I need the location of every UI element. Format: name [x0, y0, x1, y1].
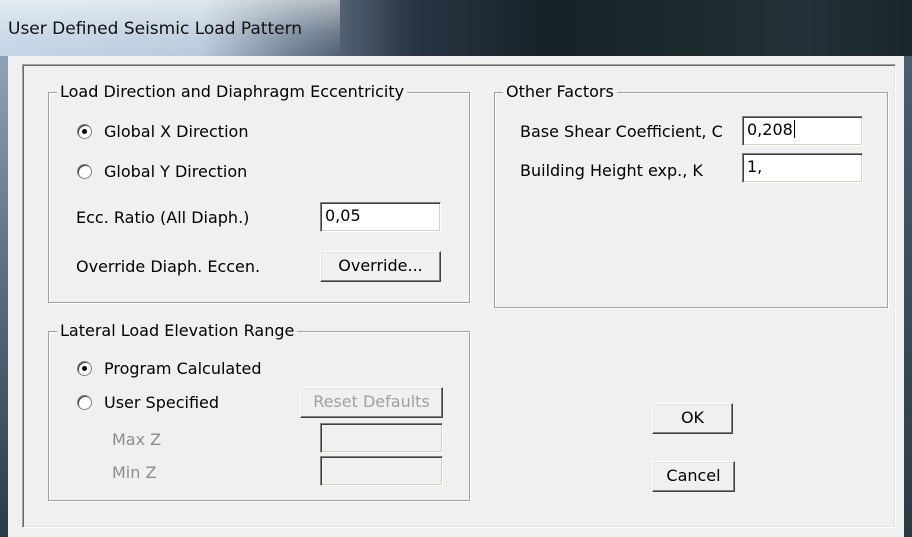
global-y-label[interactable]: Global Y Direction [104, 162, 247, 182]
override-button[interactable]: Override... [320, 251, 441, 282]
building-height-label: Building Height exp., K [520, 161, 703, 180]
min-z-label: Min Z [112, 463, 157, 482]
program-calculated-label[interactable]: Program Calculated [104, 359, 261, 379]
global-x-label[interactable]: Global X Direction [104, 122, 248, 142]
window-title: User Defined Seismic Load Pattern [8, 19, 303, 39]
window-frame-right [904, 56, 912, 537]
building-height-value: 1, [747, 157, 763, 176]
ecc-ratio-label: Ecc. Ratio (All Diaph.) [76, 208, 250, 227]
building-height-input[interactable]: 1, [742, 153, 863, 183]
max-z-label: Max Z [112, 430, 162, 449]
ok-button[interactable]: OK [652, 403, 733, 434]
other-factors-legend: Other Factors [503, 82, 617, 102]
global-x-radio[interactable] [77, 124, 92, 139]
min-z-input[interactable] [320, 456, 443, 486]
lateral-load-legend: Lateral Load Elevation Range [57, 321, 298, 341]
base-shear-input[interactable]: 0,208 [742, 116, 863, 146]
ecc-ratio-value: 0,05 [325, 206, 361, 225]
override-eccen-label: Override Diaph. Eccen. [76, 257, 261, 276]
max-z-input[interactable] [320, 423, 443, 453]
cancel-button[interactable]: Cancel [652, 461, 735, 492]
ecc-ratio-input[interactable]: 0,05 [320, 202, 441, 232]
window-frame-left [0, 56, 8, 537]
text-caret [793, 120, 795, 138]
seismic-load-pattern-dialog: User Defined Seismic Load Pattern Load D… [0, 0, 912, 537]
user-specified-radio[interactable] [77, 395, 92, 410]
program-calculated-radio[interactable] [77, 361, 92, 376]
title-bar[interactable]: User Defined Seismic Load Pattern [0, 0, 912, 56]
base-shear-value: 0,208 [747, 120, 793, 139]
load-direction-legend: Load Direction and Diaphragm Eccentricit… [57, 82, 408, 102]
global-y-radio[interactable] [77, 164, 92, 179]
base-shear-label: Base Shear Coefficient, C [520, 122, 723, 141]
reset-defaults-button[interactable]: Reset Defaults [300, 387, 443, 418]
user-specified-label[interactable]: User Specified [104, 393, 219, 413]
